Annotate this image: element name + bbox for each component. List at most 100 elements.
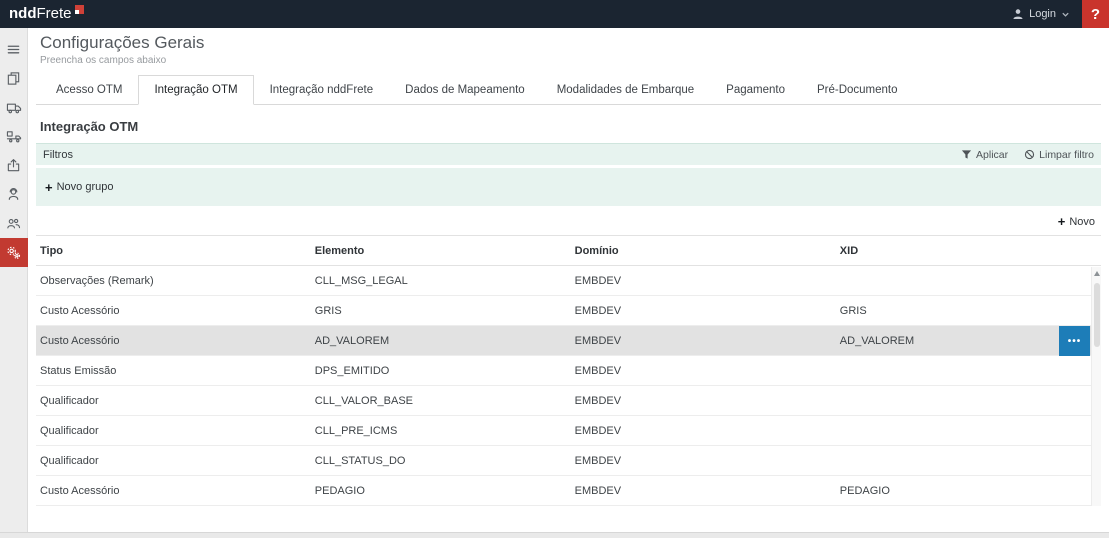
column-header-xid: XID [836,245,1101,257]
table-header: Tipo Elemento Domínio XID [36,235,1101,266]
export-icon [6,158,21,173]
cell-xid: PEDAGIO [836,485,1101,497]
mapping-table: Tipo Elemento Domínio XID Observações (R… [36,235,1101,506]
clear-filter-icon [1024,149,1035,160]
cell-dominio: EMBDEV [571,485,836,497]
table-toolbar: + Novo [36,206,1101,235]
new-record-button[interactable]: + Novo [1058,215,1095,228]
new-group-button[interactable]: + Novo grupo [45,181,113,194]
top-bar: nddFrete Login ? [0,0,1109,28]
sidebar-item-freight[interactable] [0,93,28,122]
cell-tipo: Custo Acessório [36,335,311,347]
cell-tipo: Custo Acessório [36,305,311,317]
cell-elemento: GRIS [311,305,571,317]
tab-modalidades-de-embarque[interactable]: Modalidades de Embarque [541,75,710,105]
table-row[interactable]: Qualificador CLL_PRE_ICMS EMBDEV [36,416,1101,446]
cell-dominio: EMBDEV [571,335,836,347]
vertical-scrollbar[interactable] [1091,267,1101,506]
cell-elemento: CLL_PRE_ICMS [311,425,571,437]
column-header-dominio: Domínio [571,245,836,257]
scroll-up-button[interactable] [1092,267,1101,280]
table-row[interactable]: Observações (Remark) CLL_MSG_LEGAL EMBDE… [36,266,1101,296]
table-row[interactable]: Custo Acessório PEDAGIO EMBDEV PEDAGIO [36,476,1101,506]
cell-tipo: Qualificador [36,425,311,437]
tab-acesso-otm[interactable]: Acesso OTM [40,75,138,105]
column-header-elemento: Elemento [311,245,571,257]
menu-icon [6,42,21,57]
cell-elemento: CLL_STATUS_DO [311,455,571,467]
cell-tipo: Status Emissão [36,365,311,377]
table-row-selected[interactable]: Custo Acessório AD_VALOREM EMBDEV AD_VAL… [36,326,1101,356]
user-icon [1012,8,1024,20]
sidebar [0,28,28,532]
cell-tipo: Qualificador [36,395,311,407]
table-body: Observações (Remark) CLL_MSG_LEGAL EMBDE… [36,266,1101,506]
sidebar-item-users[interactable] [0,209,28,238]
column-header-tipo: Tipo [36,245,311,257]
funnel-icon [961,149,972,160]
cell-tipo: Custo Acessório [36,485,311,497]
sidebar-item-documents[interactable] [0,64,28,93]
login-label: Login [1029,8,1056,20]
chevron-down-icon [1061,10,1070,19]
cell-elemento: PEDAGIO [311,485,571,497]
tab-integracao-nddfrete[interactable]: Integração nddFrete [254,75,390,105]
filters-title: Filtros [43,149,73,161]
body-row: Configurações Gerais Preencha os campos … [0,28,1109,532]
sidebar-item-export[interactable] [0,151,28,180]
tab-bar: Acesso OTM Integração OTM Integração ndd… [36,75,1101,105]
support-icon [6,187,21,202]
main-content: Configurações Gerais Preencha os campos … [28,28,1109,532]
cell-dominio: EMBDEV [571,365,836,377]
sidebar-item-settings[interactable] [0,238,28,267]
filter-actions: Aplicar Limpar filtro [961,149,1094,161]
table-row[interactable]: Custo Acessório GRIS EMBDEV GRIS [36,296,1101,326]
apply-filter-label: Aplicar [976,149,1008,161]
table-row[interactable]: Qualificador CLL_VALOR_BASE EMBDEV [36,386,1101,416]
copy-icon [6,71,21,86]
cell-tipo: Observações (Remark) [36,275,311,287]
table-row[interactable]: Qualificador CLL_STATUS_DO EMBDEV [36,446,1101,476]
tab-pagamento[interactable]: Pagamento [710,75,801,105]
topbar-right: Login ? [1000,0,1109,28]
apply-filter-button[interactable]: Aplicar [961,149,1008,161]
tab-integracao-otm[interactable]: Integração OTM [138,75,253,105]
table-row[interactable]: Status Emissão DPS_EMITIDO EMBDEV [36,356,1101,386]
logo-mark-icon [75,5,84,14]
users-icon [6,216,21,231]
tab-dados-de-mapeamento[interactable]: Dados de Mapeamento [389,75,541,105]
sidebar-item-menu[interactable] [0,35,28,64]
app-window: nddFrete Login ? [0,0,1109,538]
clear-filter-label: Limpar filtro [1039,149,1094,161]
cell-elemento: AD_VALOREM [311,335,571,347]
plus-icon: + [1058,215,1066,228]
settings-icon [6,245,21,260]
sidebar-item-support[interactable] [0,180,28,209]
cell-dominio: EMBDEV [571,395,836,407]
cell-elemento: CLL_MSG_LEGAL [311,275,571,287]
plus-icon: + [45,181,53,194]
login-menu[interactable]: Login [1000,0,1082,28]
page-subtitle: Preencha os campos abaixo [36,55,1101,66]
help-button[interactable]: ? [1082,0,1109,28]
logo-text-ndd: ndd [9,1,37,27]
row-actions-button[interactable]: ••• [1059,326,1090,356]
app-logo: nddFrete [0,1,84,27]
help-icon: ? [1091,6,1100,23]
filters-panel: Filtros Aplicar Limpar filtro [36,143,1101,165]
filter-group-panel: + Novo grupo [36,168,1101,206]
cell-dominio: EMBDEV [571,455,836,467]
section-title: Integração OTM [40,119,1101,134]
tab-pre-documento[interactable]: Pré-Documento [801,75,914,105]
bottom-bar [0,532,1109,538]
scrollbar-thumb[interactable] [1094,283,1100,347]
ellipsis-icon: ••• [1068,336,1082,347]
cargo-truck-icon [6,129,22,144]
cell-xid: GRIS [836,305,1101,317]
cell-elemento: CLL_VALOR_BASE [311,395,571,407]
page-title: Configurações Gerais [36,33,1101,53]
truck-icon [6,100,22,115]
cell-elemento: DPS_EMITIDO [311,365,571,377]
clear-filter-button[interactable]: Limpar filtro [1024,149,1094,161]
sidebar-item-shipment[interactable] [0,122,28,151]
